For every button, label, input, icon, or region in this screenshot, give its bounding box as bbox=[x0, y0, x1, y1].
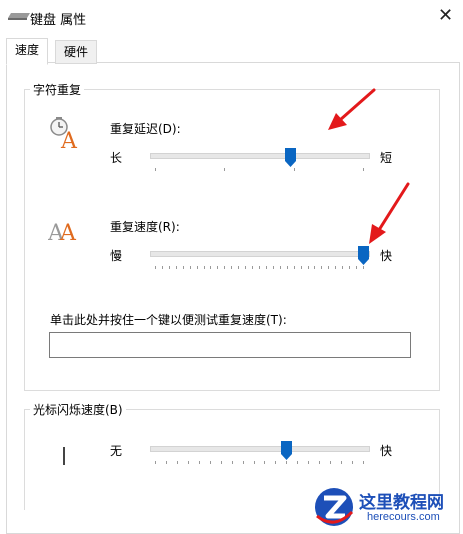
slider-tick bbox=[203, 266, 205, 269]
tab-speed-label: 速度 bbox=[15, 43, 40, 57]
tab-hardware[interactable]: 硬件 bbox=[55, 40, 98, 64]
repeat-delay-thumb[interactable] bbox=[284, 148, 296, 167]
cursor-preview bbox=[63, 447, 65, 465]
watermark-title: 这里教程网 bbox=[359, 493, 444, 513]
repeat-delay-label: 重复延迟(D): bbox=[110, 122, 181, 136]
slider-tick bbox=[253, 461, 255, 464]
slider-tick bbox=[259, 266, 260, 269]
slider-tick bbox=[264, 461, 266, 464]
slider-tick bbox=[252, 266, 254, 269]
slider-tick bbox=[356, 266, 358, 269]
slider-tick bbox=[363, 168, 364, 171]
repeat-rate-min-label: 慢 bbox=[110, 249, 123, 263]
slider-tick bbox=[238, 266, 240, 269]
cursor-blink-group-label: 光标闪烁速度(B) bbox=[30, 401, 126, 418]
watermark: 这里教程网 herecours.com bbox=[312, 486, 463, 528]
slider-tick bbox=[155, 266, 156, 269]
tab-speed[interactable]: 速度 bbox=[6, 38, 49, 65]
repeat-rate-label: 重复速度(R): bbox=[110, 220, 180, 234]
slider-tick bbox=[196, 266, 198, 269]
slider-tick bbox=[293, 266, 295, 269]
slider-tick bbox=[279, 266, 281, 269]
repeat-test-input[interactable] bbox=[49, 332, 411, 358]
slider-tick bbox=[286, 461, 288, 464]
slider-tick bbox=[300, 266, 302, 269]
slider-tick bbox=[286, 266, 288, 269]
slider-tick bbox=[363, 266, 364, 269]
slider-tick bbox=[217, 266, 219, 269]
close-button[interactable]: ✕ bbox=[430, 2, 461, 30]
slider-tick bbox=[275, 461, 277, 464]
repeat-delay-max-label: 短 bbox=[380, 151, 393, 165]
slider-tick bbox=[176, 461, 178, 464]
slider-tick bbox=[231, 266, 233, 269]
repeat-delay-min-label: 长 bbox=[110, 151, 123, 165]
repeat-rate-max-label: 快 bbox=[380, 249, 393, 263]
slider-tick bbox=[307, 266, 309, 269]
slider-tick bbox=[224, 168, 226, 171]
slider-tick bbox=[224, 266, 226, 269]
svg-text:A: A bbox=[59, 221, 77, 244]
slider-tick bbox=[308, 461, 310, 464]
slider-tick bbox=[272, 266, 274, 269]
cursor-blink-min-label: 无 bbox=[110, 444, 123, 458]
slider-tick bbox=[155, 168, 156, 171]
watermark-logo-icon bbox=[315, 488, 354, 526]
slider-tick bbox=[155, 461, 156, 464]
repeat-delay-slider[interactable] bbox=[150, 148, 370, 176]
slider-tick bbox=[349, 266, 351, 269]
slider-tick bbox=[189, 266, 191, 269]
character-repeat-group-label: 字符重复 bbox=[30, 81, 85, 98]
repeat-rate-slider[interactable] bbox=[150, 246, 370, 274]
slider-tick bbox=[319, 461, 321, 464]
slider-tick bbox=[231, 461, 233, 464]
repeat-rate-thumb[interactable] bbox=[357, 246, 369, 265]
slider-tick bbox=[161, 266, 163, 269]
repeat-delay-track bbox=[150, 153, 370, 159]
slider-tick bbox=[321, 266, 323, 269]
close-icon: ✕ bbox=[437, 5, 454, 26]
slider-tick bbox=[209, 461, 211, 464]
slider-tick bbox=[210, 266, 212, 269]
svg-text:A: A bbox=[60, 129, 78, 150]
slider-tick bbox=[342, 266, 344, 269]
repeat-test-label: 单击此处并按住一个键以便测试重复速度(T): bbox=[50, 313, 287, 327]
slider-tick bbox=[328, 266, 330, 269]
cursor-blink-max-label: 快 bbox=[380, 444, 393, 458]
slider-tick bbox=[187, 461, 189, 464]
title-bar: 键盘 属性 ✕ bbox=[0, 0, 463, 34]
slider-tick bbox=[198, 461, 200, 464]
slider-tick bbox=[293, 168, 295, 171]
cursor-blink-thumb[interactable] bbox=[280, 441, 292, 460]
slider-tick bbox=[352, 461, 354, 464]
window-title: 键盘 属性 bbox=[30, 13, 87, 28]
tab-hardware-label: 硬件 bbox=[64, 45, 89, 59]
watermark-url: herecours.com bbox=[367, 511, 440, 523]
cursor-blink-track bbox=[150, 446, 370, 452]
slider-tick bbox=[165, 461, 167, 464]
keyboard-icon bbox=[8, 13, 30, 20]
slider-tick bbox=[363, 461, 364, 464]
slider-tick bbox=[265, 266, 267, 269]
slider-tick bbox=[341, 461, 343, 464]
slider-tick bbox=[335, 266, 337, 269]
slider-tick bbox=[220, 461, 222, 464]
repeat-rate-icon: A A bbox=[48, 221, 77, 244]
slider-tick bbox=[245, 266, 247, 269]
slider-tick bbox=[330, 461, 332, 464]
slider-tick bbox=[168, 266, 170, 269]
repeat-delay-icon: A bbox=[50, 117, 78, 150]
slider-tick bbox=[175, 266, 177, 269]
slider-tick bbox=[314, 266, 316, 269]
repeat-rate-track bbox=[150, 251, 370, 257]
slider-tick bbox=[182, 266, 184, 269]
cursor-blink-slider[interactable] bbox=[150, 441, 370, 469]
slider-tick bbox=[242, 461, 244, 464]
slider-tick bbox=[297, 461, 299, 464]
